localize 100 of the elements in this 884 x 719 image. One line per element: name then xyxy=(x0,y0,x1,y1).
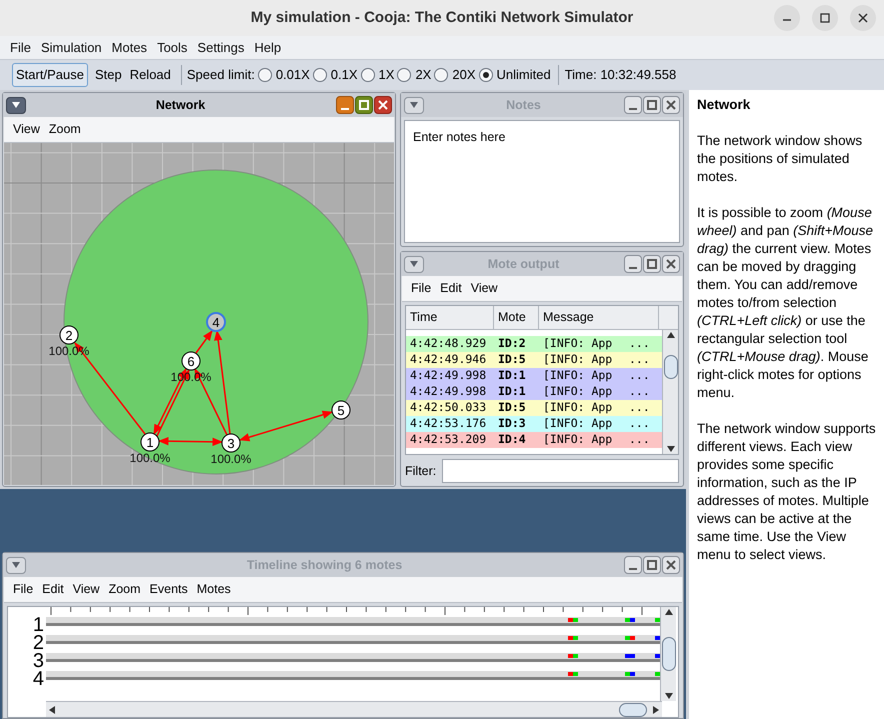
scroll-down-icon[interactable] xyxy=(666,446,674,452)
maximize-icon xyxy=(820,13,830,23)
speed-option-label[interactable]: 1X xyxy=(378,65,394,85)
toolbar-button[interactable]: Start/Pause xyxy=(12,63,88,87)
minimize-button[interactable] xyxy=(774,5,800,31)
column-header[interactable]: Message xyxy=(539,306,659,329)
window-title: Notes xyxy=(505,96,542,114)
minimize-icon xyxy=(628,108,638,110)
menu-item[interactable]: Settings xyxy=(196,38,246,58)
mote-node[interactable] xyxy=(140,432,160,452)
scroll-right-icon[interactable] xyxy=(653,706,659,714)
radio-button[interactable] xyxy=(397,68,412,82)
maximize-button[interactable] xyxy=(643,556,661,574)
radio-button[interactable] xyxy=(258,68,272,82)
notes-field[interactable]: Enter notes here xyxy=(404,120,680,243)
menu-item[interactable]: File xyxy=(13,580,34,599)
maximize-button[interactable] xyxy=(643,96,661,114)
message-cell-text: [INFO: App xyxy=(542,383,614,400)
minimize-button[interactable] xyxy=(336,96,354,114)
menu-item[interactable]: Zoom xyxy=(48,120,81,139)
scroll-left-icon[interactable] xyxy=(49,706,55,714)
mote-node[interactable] xyxy=(60,326,78,344)
menu-item[interactable]: View xyxy=(13,120,40,139)
vertical-scrollbar[interactable] xyxy=(660,607,676,701)
window-menu-button[interactable] xyxy=(6,556,26,574)
time-cell-text: 4:42:50.033 xyxy=(409,399,488,416)
maximize-icon xyxy=(647,560,657,570)
horizontal-scrollbar[interactable] xyxy=(46,701,662,717)
speed-option-label[interactable]: 0.01X xyxy=(276,65,310,85)
toolbar-button[interactable]: Reload xyxy=(126,63,174,87)
mote-node[interactable] xyxy=(222,434,240,452)
truncation-mark: ... xyxy=(629,383,651,400)
mote-cell-text: ID:5 xyxy=(497,399,527,416)
mote-node[interactable] xyxy=(332,400,350,420)
radio-button[interactable] xyxy=(434,68,448,82)
column-header[interactable]: Time xyxy=(406,306,494,329)
speed-option-label[interactable]: Unlimited xyxy=(496,65,551,85)
window-menu-button[interactable] xyxy=(6,96,26,114)
menu-item[interactable]: Motes xyxy=(196,580,231,599)
mote-cell-text: ID:5 xyxy=(497,351,527,368)
minimize-button[interactable] xyxy=(624,556,642,574)
menu-item[interactable]: Motes xyxy=(110,38,148,58)
scroll-thumb[interactable] xyxy=(619,702,647,716)
scroll-thumb[interactable] xyxy=(662,637,676,671)
close-button[interactable] xyxy=(662,556,680,574)
log-row[interactable]: 4:42:53.209 ID:4 [INFO: App ... xyxy=(406,432,662,448)
window-menu-button[interactable] xyxy=(404,256,424,272)
mote-node[interactable] xyxy=(182,352,200,370)
toolbar-button[interactable]: Step xyxy=(92,63,125,87)
truncation-mark: ... xyxy=(629,335,651,352)
mote-id: 2 xyxy=(65,328,73,343)
mote-cell-text: ID:2 xyxy=(497,335,527,352)
scroll-up-icon[interactable] xyxy=(664,609,672,615)
menu-item[interactable]: Tools xyxy=(156,38,188,58)
menu-item[interactable]: Edit xyxy=(440,279,462,298)
vertical-scrollbar[interactable] xyxy=(662,330,678,454)
log-row[interactable]: 4:42:50.033 ID:5 [INFO: App ... xyxy=(406,400,662,416)
speed-option-label[interactable]: 2X xyxy=(415,65,432,85)
close-button[interactable] xyxy=(662,255,680,273)
radio-button[interactable] xyxy=(312,68,327,82)
radio-button[interactable] xyxy=(478,68,492,82)
maximize-icon xyxy=(359,100,369,110)
filter-field[interactable] xyxy=(442,459,679,483)
log-row[interactable]: 4:42:53.176 ID:3 [INFO: App ... xyxy=(406,416,662,432)
menu-item[interactable]: Events xyxy=(150,580,188,599)
scroll-up-icon[interactable] xyxy=(666,332,674,338)
menu-item[interactable]: Zoom xyxy=(108,580,141,599)
menu-item[interactable]: File xyxy=(411,279,432,298)
time-cell-text: 4:42:53.176 xyxy=(409,415,488,432)
message-cell-text: [INFO: App xyxy=(542,431,614,448)
radio-button[interactable] xyxy=(360,68,375,82)
window-title: Network xyxy=(154,96,206,114)
truncation-mark: ... xyxy=(629,431,651,448)
log-row[interactable]: 4:42:49.946 ID:5 [INFO: App ... xyxy=(406,352,662,368)
log-row[interactable]: 4:42:48.929 ID:2 [INFO: App ... xyxy=(406,336,662,352)
window-menu-button[interactable] xyxy=(404,96,424,114)
mote-id: 6 xyxy=(187,354,195,369)
close-button[interactable] xyxy=(374,96,392,114)
maximize-button[interactable] xyxy=(355,96,373,114)
maximize-button[interactable] xyxy=(643,255,661,273)
column-header[interactable]: Mote xyxy=(494,306,539,329)
minimize-button[interactable] xyxy=(624,255,642,273)
log-row[interactable]: 4:42:49.998 ID:1 [INFO: App ... xyxy=(406,384,662,400)
close-button[interactable] xyxy=(662,96,680,114)
triangle-down-icon xyxy=(410,102,418,108)
speed-option-label[interactable]: 0.1X xyxy=(330,65,358,85)
menu-item[interactable]: Help xyxy=(253,38,282,58)
menu-item[interactable]: Edit xyxy=(42,580,64,599)
menu-item[interactable]: File xyxy=(9,38,32,58)
menu-item[interactable]: Simulation xyxy=(40,38,103,58)
speed-option-label[interactable]: 20X xyxy=(452,65,476,85)
menu-item[interactable]: View xyxy=(72,580,100,599)
close-button[interactable] xyxy=(850,5,876,31)
log-row[interactable]: 4:42:49.998 ID:1 [INFO: App ... xyxy=(406,368,662,384)
menu-item[interactable]: View xyxy=(470,279,498,298)
maximize-button[interactable] xyxy=(812,5,838,31)
minimize-button[interactable] xyxy=(624,96,642,114)
mote-node[interactable] xyxy=(206,312,226,332)
time-cell-text: 4:42:49.998 xyxy=(409,367,488,384)
scroll-thumb[interactable] xyxy=(664,355,678,379)
